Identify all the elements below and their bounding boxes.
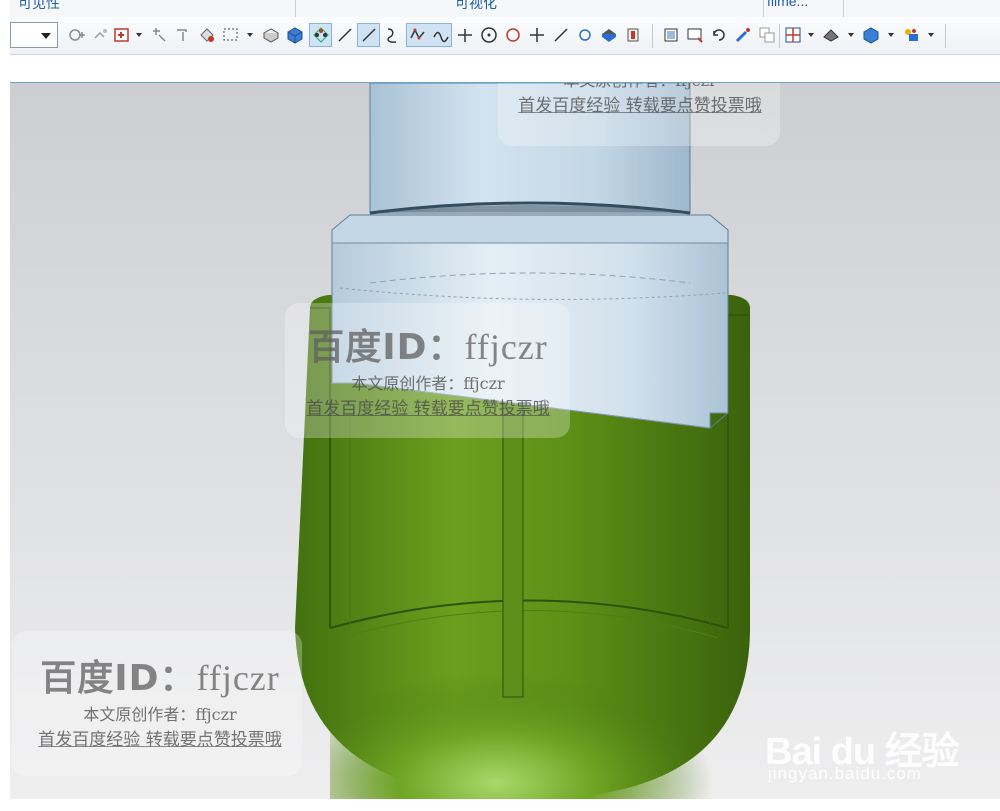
screenshot-frame: 可见性 可视化 filme... 首发百度经验 转载要点赞投票哦 百度ID：ff… xyxy=(0,0,1000,811)
brand-url: jingyan.baidu.com xyxy=(768,764,923,783)
watermark-author: 本文原创作者：ffjczr xyxy=(490,83,790,91)
ribbon-group-headers: 可见性 可视化 filme... xyxy=(10,0,1000,18)
select-filter-icon[interactable] xyxy=(68,26,86,44)
line-icon[interactable] xyxy=(336,26,354,44)
cube-icon[interactable] xyxy=(286,26,304,44)
watermark-middle: 百度ID：ffjczr 本文原创作者：ffjczr 首发百度经验 转载要点赞投票… xyxy=(278,318,578,419)
watermark-author: 本文原创作者：ffjczr xyxy=(83,705,237,724)
edit-icon[interactable] xyxy=(150,26,168,44)
spline-icon[interactable] xyxy=(384,26,402,44)
chevron-down-icon xyxy=(41,33,51,39)
paint-icon[interactable] xyxy=(734,26,752,44)
line-icon[interactable] xyxy=(552,26,570,44)
window-icon[interactable] xyxy=(686,26,704,44)
watermark-id-name: ffjczr xyxy=(196,658,280,698)
body-icon[interactable] xyxy=(198,26,216,44)
watermark-id-prefix: 百度ID： xyxy=(40,658,197,699)
watermark-id-prefix: 百度ID： xyxy=(308,327,465,368)
selection-filter-dropdown[interactable] xyxy=(10,22,58,48)
snap-icon[interactable] xyxy=(92,26,110,44)
move-icon[interactable] xyxy=(174,26,192,44)
toolbar-separator xyxy=(652,24,653,48)
add-point-icon[interactable] xyxy=(113,26,131,44)
watermark-id-name: ffjczr xyxy=(464,327,548,367)
watermark-top: 百度ID：ffjczr 本文原创作者：ffjczr 首发百度经验 转载要点赞投票… xyxy=(490,83,790,116)
watermark-author: 本文原创作者：ffjczr xyxy=(351,374,505,393)
render-icon[interactable] xyxy=(600,26,618,44)
plus-icon[interactable] xyxy=(528,26,546,44)
watermark-cta: 首发百度经验 转载要点赞投票哦 xyxy=(306,399,550,419)
intersect-icon[interactable] xyxy=(456,26,474,44)
toolbar-separator xyxy=(945,24,946,48)
header-separator xyxy=(295,0,296,17)
watermark-bottom-left: 百度ID：ffjczr 本文原创作者：ffjczr 首发百度经验 转载要点赞投票… xyxy=(10,649,310,750)
box-icon[interactable] xyxy=(262,26,280,44)
rotate-icon[interactable] xyxy=(710,26,728,44)
palette-icon[interactable] xyxy=(902,26,920,44)
chevron-down-icon[interactable] xyxy=(808,33,814,37)
chevron-down-icon[interactable] xyxy=(928,33,934,37)
header-separator xyxy=(763,0,764,17)
header-separator xyxy=(843,0,844,17)
grid-icon[interactable] xyxy=(784,26,802,44)
bottom-edge xyxy=(10,799,1000,811)
chevron-down-icon[interactable] xyxy=(848,33,854,37)
shaded-icon[interactable] xyxy=(624,26,642,44)
group-visualization-label: 可视化 xyxy=(455,0,497,11)
left-margin xyxy=(0,0,10,811)
chevron-down-icon[interactable] xyxy=(247,33,253,37)
pattern-icon[interactable] xyxy=(312,26,330,44)
watermark-cta: 首发百度经验 转载要点赞投票哦 xyxy=(38,730,282,750)
chevron-down-icon[interactable] xyxy=(888,33,894,37)
watermark-cta: 首发百度经验 转载要点赞投票哦 xyxy=(518,96,762,116)
view-icon[interactable] xyxy=(662,26,680,44)
arc-icon[interactable] xyxy=(576,26,594,44)
polyline-icon[interactable] xyxy=(409,26,427,44)
chevron-down-icon[interactable] xyxy=(136,33,142,37)
circle-icon[interactable] xyxy=(480,26,498,44)
toolbar-separator xyxy=(779,24,780,48)
cube-icon[interactable] xyxy=(862,26,880,44)
graphics-viewport[interactable]: 百度ID：ffjczr 本文原创作者：ffjczr 首发百度经验 转载要点赞投票… xyxy=(10,83,1000,799)
group-film-label: filme... xyxy=(767,0,809,9)
solid-icon[interactable] xyxy=(822,26,840,44)
secondary-toolbar-row xyxy=(10,55,1000,83)
copy-icon[interactable] xyxy=(758,26,776,44)
line-icon[interactable] xyxy=(360,26,378,44)
group-visibility-label: 可见性 xyxy=(18,0,60,11)
rectangle-select-icon[interactable] xyxy=(222,26,240,44)
polygon-icon[interactable] xyxy=(504,26,522,44)
curve-icon[interactable] xyxy=(432,26,450,44)
